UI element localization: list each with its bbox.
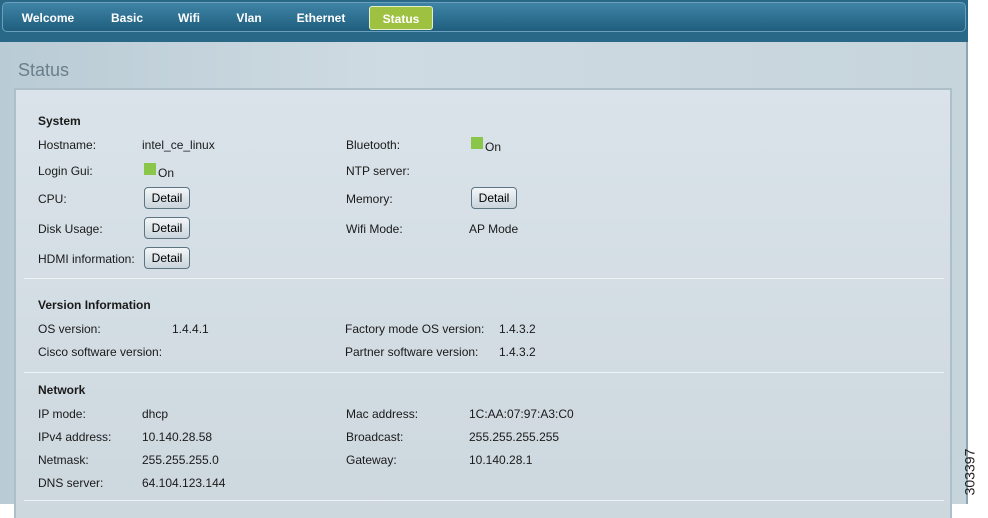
hostname-value: intel_ce_linux [142, 138, 215, 152]
page: Welcome Basic Wifi Vlan Ethernet Status … [0, 0, 968, 518]
status-led-icon [144, 163, 156, 175]
status-panel: System Hostname: intel_ce_linux Bluetoot… [14, 88, 952, 518]
network-heading: Network [38, 383, 86, 397]
gateway-value: 10.140.28.1 [469, 453, 533, 467]
tab-basic[interactable]: Basic [103, 6, 151, 30]
divider [24, 278, 944, 279]
os-version-label: OS version: [38, 322, 101, 336]
status-led-icon [471, 137, 483, 149]
cpu-detail-button[interactable]: Detail [144, 187, 190, 209]
partner-version-value: 1.4.3.2 [499, 345, 536, 359]
figure-id: 303397 [961, 440, 988, 504]
tab-ethernet[interactable]: Ethernet [287, 6, 355, 30]
divider [24, 500, 944, 501]
os-version-value: 1.4.4.1 [172, 322, 209, 336]
ip-mode-label: IP mode: [38, 407, 86, 421]
tab-status[interactable]: Status [369, 6, 433, 30]
partner-version-label: Partner software version: [345, 345, 479, 359]
login-gui-value: On [158, 166, 175, 180]
memory-label: Memory: [346, 192, 393, 206]
broadcast-label: Broadcast: [346, 430, 404, 444]
disk-usage-label: Disk Usage: [38, 222, 103, 236]
tab-wifi[interactable]: Wifi [169, 6, 209, 30]
wifi-mode-value: AP Mode [469, 222, 519, 236]
tab-vlan[interactable]: Vlan [227, 6, 271, 30]
mac-label: Mac address: [346, 407, 419, 421]
dns-label: DNS server: [38, 476, 104, 490]
nav-bar: Welcome Basic Wifi Vlan Ethernet Status [2, 2, 966, 32]
ntp-label: NTP server: [346, 164, 410, 178]
version-heading: Version Information [38, 298, 151, 312]
divider [24, 372, 944, 373]
netmask-label: Netmask: [38, 453, 89, 467]
broadcast-value: 255.255.255.255 [469, 430, 560, 444]
dns-value: 64.104.123.144 [142, 476, 226, 490]
hdmi-label: HDMI information: [38, 252, 135, 266]
ipv4-value: 10.140.28.58 [142, 430, 213, 444]
bluetooth-label: Bluetooth: [346, 138, 401, 152]
figure-number: 303397 [961, 448, 978, 496]
login-gui-status: On [144, 163, 175, 180]
ip-mode-value: dhcp [142, 407, 169, 421]
ipv4-label: IPv4 address: [38, 430, 112, 444]
netmask-value: 255.255.255.0 [142, 453, 219, 467]
tab-welcome[interactable]: Welcome [11, 6, 85, 30]
hostname-label: Hostname: [38, 138, 97, 152]
wifi-mode-label: Wifi Mode: [346, 222, 403, 236]
mac-value: 1C:AA:07:97:A3:C0 [469, 407, 574, 421]
login-gui-label: Login Gui: [38, 164, 93, 178]
page-title: Status [18, 60, 70, 80]
cisco-version-label: Cisco software version: [38, 345, 163, 359]
memory-detail-button[interactable]: Detail [471, 187, 517, 209]
factory-os-label: Factory mode OS version: [345, 322, 485, 336]
bluetooth-status: On [471, 137, 502, 154]
hdmi-detail-button[interactable]: Detail [144, 247, 190, 269]
gateway-label: Gateway: [346, 453, 397, 467]
disk-detail-button[interactable]: Detail [144, 217, 190, 239]
cpu-label: CPU: [38, 192, 67, 206]
factory-os-value: 1.4.3.2 [499, 322, 536, 336]
bluetooth-value: On [485, 140, 502, 154]
system-heading: System [38, 114, 81, 128]
